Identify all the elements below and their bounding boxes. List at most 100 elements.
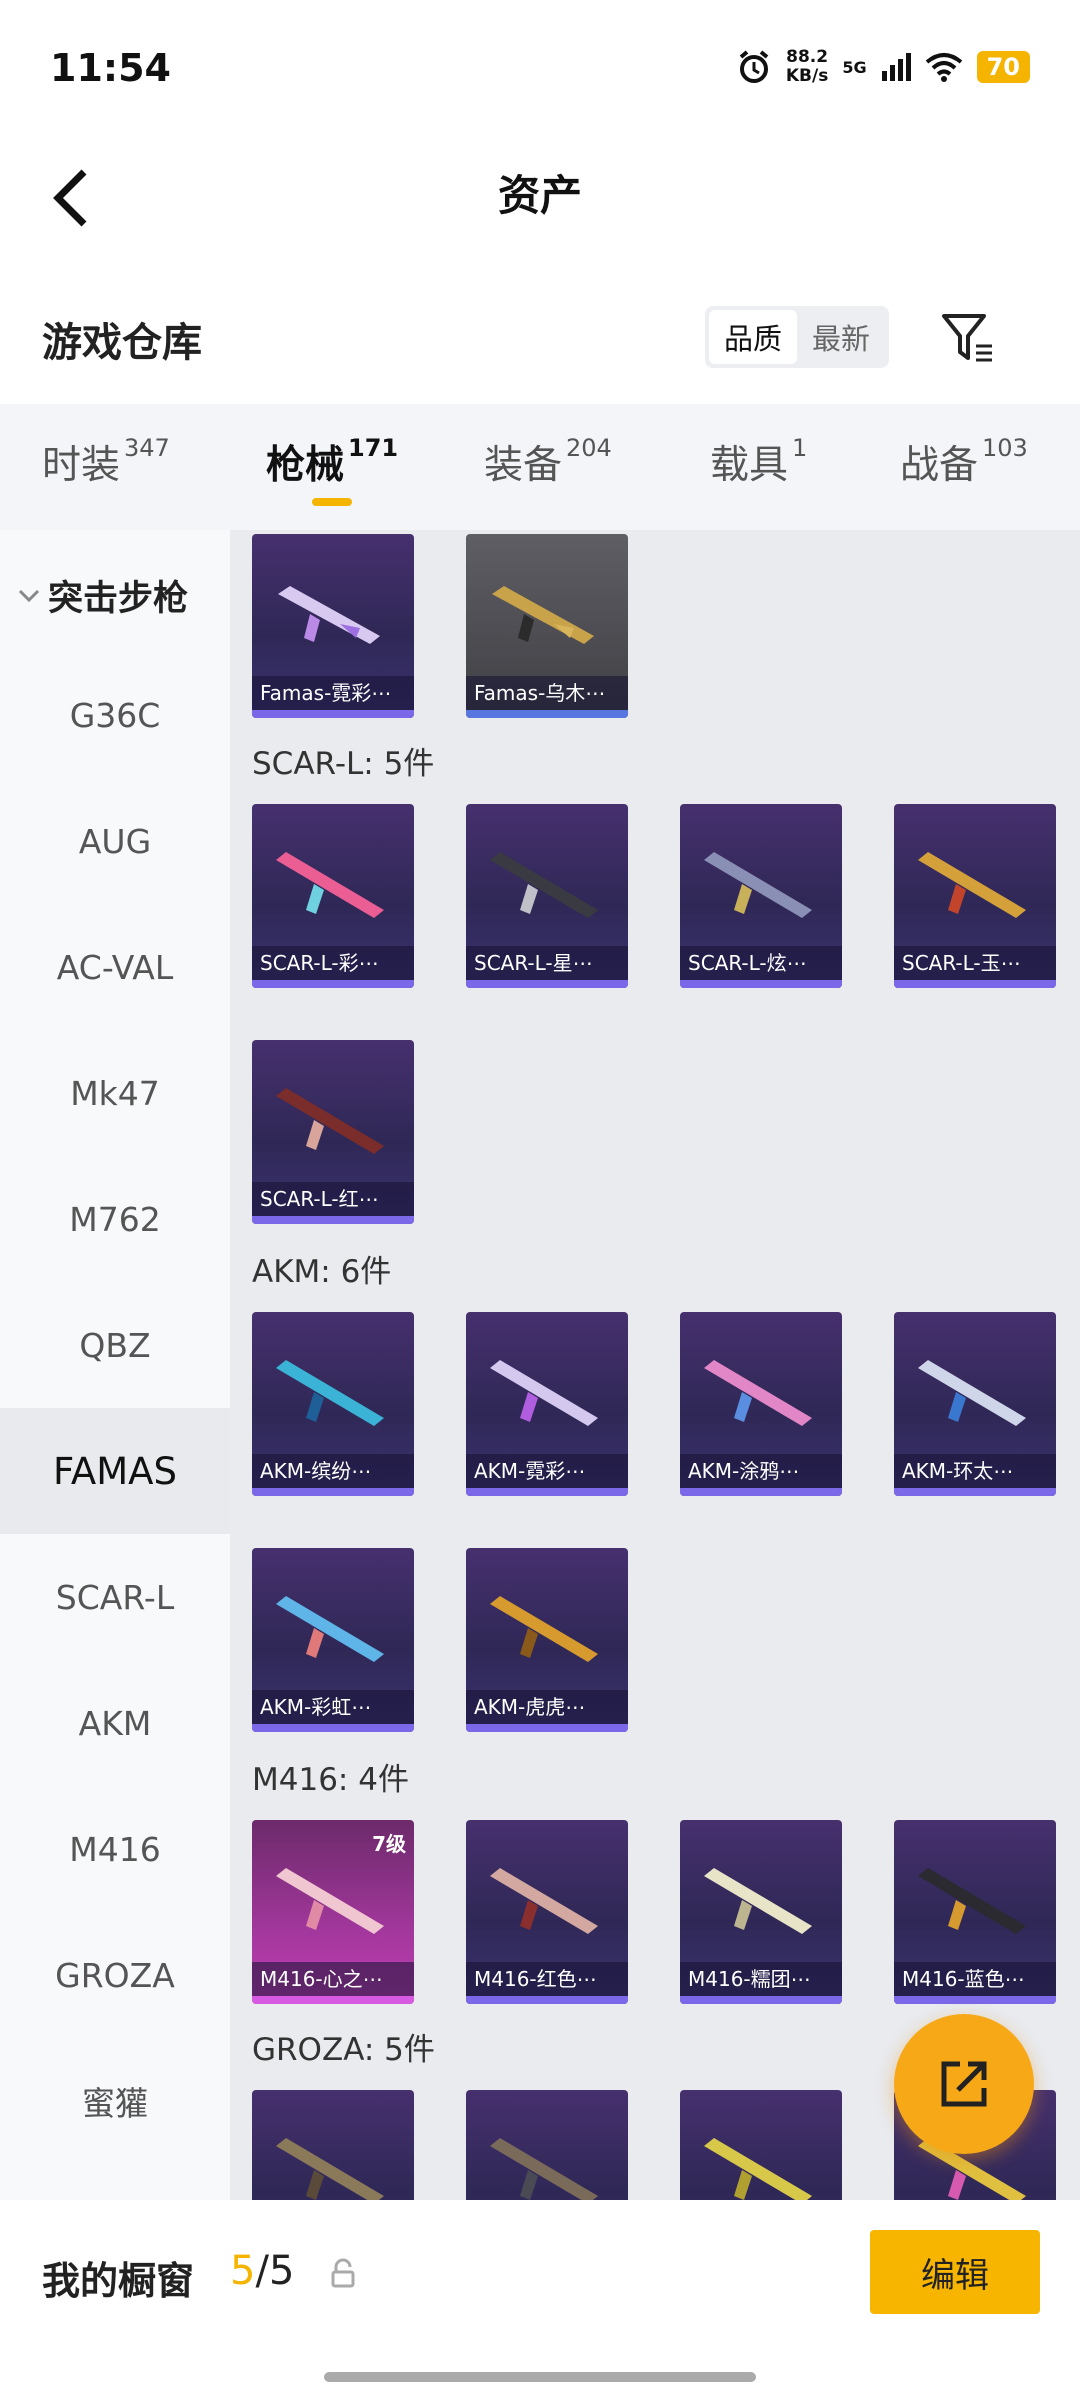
tab-label: 战备 (900, 443, 979, 488)
section-heading: AKM: 6件 (252, 1254, 392, 1290)
skin-card-label: Famas-乌木⋯ (466, 676, 628, 710)
tab-equipment[interactable]: 装备 204 (484, 434, 612, 490)
sidebar-item-groza[interactable]: GROZA (0, 1912, 230, 2038)
tab-count: 103 (982, 434, 1028, 462)
tab-label: 载具 (710, 443, 789, 488)
skin-card[interactable]: AKM-涂鸦⋯ (680, 1312, 842, 1496)
showcase-bar: 我的橱窗 5/5 编辑 (0, 2200, 1080, 2400)
battery-indicator: 70 (976, 51, 1030, 83)
rifle-icon (278, 586, 380, 644)
rifle-icon (490, 1868, 598, 1934)
sidebar-item-m416[interactable]: M416 (0, 1786, 230, 1912)
skin-card[interactable]: AKM-环太⋯ (894, 1312, 1056, 1496)
skin-card-label: AKM-涂鸦⋯ (680, 1454, 842, 1488)
showcase-label: 我的橱窗 (42, 2259, 195, 2303)
skin-card[interactable] (466, 2090, 628, 2200)
skin-card[interactable]: Famas-乌木⋯ (466, 534, 628, 718)
section-heading: GROZA: 5件 (252, 2032, 435, 2068)
rifle-icon (918, 1360, 1026, 1426)
warehouse-title: 游戏仓库 (42, 320, 202, 366)
section-heading: SCAR-L: 5件 (252, 746, 435, 782)
section-heading: M416: 4件 (252, 1762, 409, 1798)
net-speed: 88.2 KB/s (786, 48, 828, 86)
share-icon (941, 2061, 987, 2107)
skin-card[interactable]: AKM-虎虎⋯ (466, 1548, 628, 1732)
tab-count: 171 (348, 434, 399, 462)
sidebar-item-m762[interactable]: M762 (0, 1156, 230, 1282)
rifle-icon (918, 852, 1026, 918)
active-tab-indicator (312, 498, 352, 506)
skin-card[interactable]: SCAR-L-星⋯ (466, 804, 628, 988)
skin-card[interactable]: AKM-霓彩⋯ (466, 1312, 628, 1496)
skin-card-label: SCAR-L-玉⋯ (894, 946, 1056, 980)
rifle-icon (490, 1596, 598, 1662)
alarm-icon (739, 50, 769, 83)
tab-fashion[interactable]: 时装 347 (42, 434, 170, 490)
sidebar-item-akm[interactable]: AKM (0, 1660, 230, 1786)
skin-card[interactable]: M416-红色⋯ (466, 1820, 628, 2004)
skin-card[interactable]: M416-糯团⋯ (680, 1820, 842, 2004)
sidebar-item-qbz[interactable]: QBZ (0, 1282, 230, 1408)
rifle-icon (704, 1360, 812, 1426)
skin-card-label: SCAR-L-红⋯ (252, 1182, 414, 1216)
skin-card[interactable]: SCAR-L-红⋯ (252, 1040, 414, 1224)
nav-bar: 资产 (0, 140, 1080, 280)
skin-card-label: AKM-霓彩⋯ (466, 1454, 628, 1488)
sidebar-item-ac-val[interactable]: AC-VAL (0, 904, 230, 1030)
skin-card[interactable]: Famas-霓彩⋯ (252, 534, 414, 718)
sort-newest-button[interactable]: 最新 (797, 310, 885, 364)
sidebar-item-scar-l[interactable]: SCAR-L (0, 1534, 230, 1660)
rifle-icon (276, 1596, 384, 1662)
tab-guns[interactable]: 枪械 171 (266, 434, 398, 490)
showcase-count: 5/5 (230, 2248, 294, 2294)
skin-card-label: AKM-环太⋯ (894, 1454, 1056, 1488)
skin-card[interactable]: 7级 M416-心之⋯ (252, 1820, 414, 2004)
skin-card[interactable] (680, 2090, 842, 2200)
home-indicator[interactable] (324, 2372, 756, 2382)
sidebar-item-g36c[interactable]: G36C (0, 652, 230, 778)
rifle-icon (492, 586, 594, 644)
weapon-grid: Famas-霓彩⋯ Famas-乌木⋯ SCAR-L: 5件 SCAR-L-彩⋯… (230, 530, 1080, 2200)
skin-card-label: M416-糯团⋯ (680, 1962, 842, 1996)
filter-icon (942, 314, 992, 362)
rifle-icon (918, 1868, 1026, 1934)
skin-card-label: M416-蓝色⋯ (894, 1962, 1056, 1996)
sidebar-item-famas[interactable]: FAMAS (0, 1408, 230, 1534)
status-bar: 11:54 88.2 KB/s 5G 70 (0, 0, 1080, 140)
skin-card[interactable]: SCAR-L-玉⋯ (894, 804, 1056, 988)
skin-card-label: SCAR-L-星⋯ (466, 946, 628, 980)
tab-label: 时装 (42, 443, 121, 488)
sidebar-item-honey-badger[interactable]: 蜜獾 (0, 2038, 230, 2164)
skin-card[interactable]: AKM-缤纷⋯ (252, 1312, 414, 1496)
status-time: 11:54 (50, 46, 171, 90)
rifle-icon (704, 1868, 812, 1934)
rifle-icon (490, 2138, 598, 2200)
sidebar-item-aug[interactable]: AUG (0, 778, 230, 904)
wifi-icon (925, 53, 962, 82)
category-tabs: 时装 347 枪械 171 装备 204 载具 1 战备 103 (0, 404, 1080, 530)
skin-card-label: M416-心之⋯ (252, 1962, 414, 1996)
sort-quality-button[interactable]: 品质 (709, 310, 797, 364)
sidebar-group-assault-rifles[interactable]: 突击步枪 (18, 570, 188, 621)
skin-card[interactable]: M416-蓝色⋯ (894, 1820, 1056, 2004)
rifle-icon (276, 1360, 384, 1426)
share-fab[interactable] (894, 2014, 1034, 2154)
skin-card-label: Famas-霓彩⋯ (252, 676, 414, 710)
skin-card-label: AKM-虎虎⋯ (466, 1690, 628, 1724)
skin-card[interactable] (252, 2090, 414, 2200)
skin-card[interactable]: AKM-彩虹⋯ (252, 1548, 414, 1732)
skin-card-label: SCAR-L-彩⋯ (252, 946, 414, 980)
tab-vehicles[interactable]: 载具 1 (710, 434, 807, 490)
rifle-icon (490, 852, 598, 918)
tab-count: 204 (566, 434, 612, 462)
skin-card[interactable]: SCAR-L-彩⋯ (252, 804, 414, 988)
network-type: 5G (842, 57, 867, 77)
skin-card[interactable]: SCAR-L-炫⋯ (680, 804, 842, 988)
sidebar-item-mk47[interactable]: Mk47 (0, 1030, 230, 1156)
tab-battle-gear[interactable]: 战备 103 (900, 434, 1028, 490)
showcase-total: 5 (268, 2248, 295, 2294)
page-title: 资产 (497, 171, 582, 220)
rifle-icon (490, 1360, 598, 1426)
filter-button[interactable] (938, 308, 998, 368)
edit-button[interactable]: 编辑 (870, 2230, 1040, 2314)
